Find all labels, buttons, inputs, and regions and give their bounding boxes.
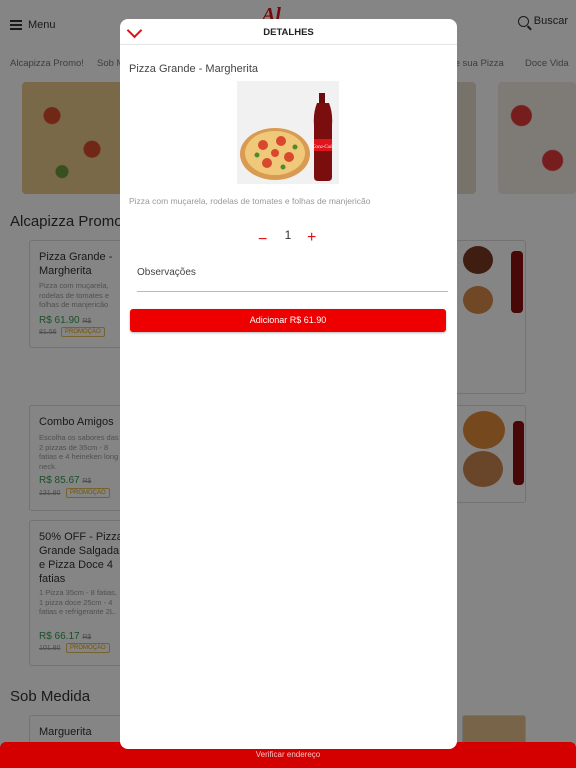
product-details-modal: DETALHES Pizza Grande - Margherita Coca-… [120,19,457,749]
svg-text:Coca-Cola: Coca-Cola [312,145,334,150]
quantity-value: 1 [284,228,292,242]
observations-label: Observações [137,267,196,278]
product-image: Coca-Cola [237,81,339,184]
product-description: Pizza com muçarela, rodelas de tomates e… [129,196,371,206]
pizza-and-soda-illustration: Coca-Cola [240,93,334,181]
decrease-quantity-button[interactable]: − [258,231,267,249]
add-to-cart-button[interactable]: Adicionar R$ 61.90 [130,309,446,332]
product-name: Pizza Grande - Margherita [129,63,258,75]
observations-field[interactable]: Observações [137,267,448,292]
modal-title: DETALHES [263,27,314,38]
increase-quantity-button[interactable]: + [307,229,316,247]
